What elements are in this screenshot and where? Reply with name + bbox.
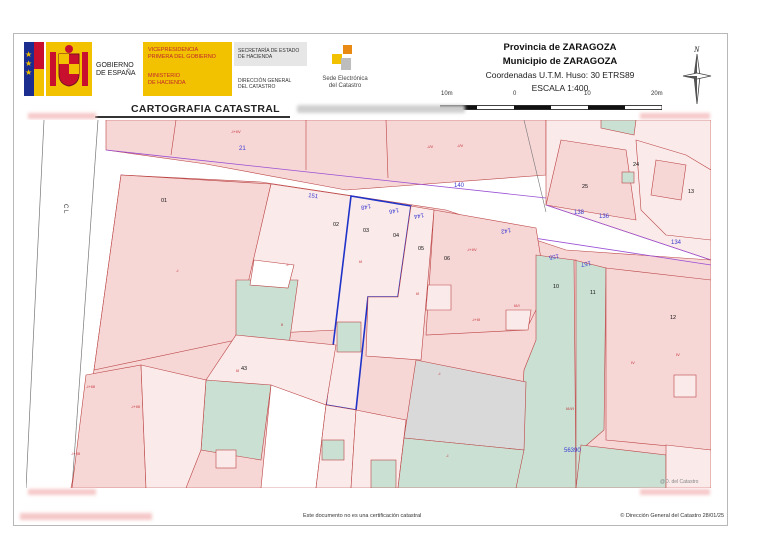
scale-tick-0: 0	[513, 91, 517, 97]
svg-text:IV: IV	[631, 360, 635, 365]
block-label-04: 04	[393, 233, 399, 239]
redacted-corner-tl	[28, 113, 96, 119]
svg-text:I/I: I/I	[359, 259, 362, 264]
sede-label: Sede Electrónica del Catastro	[322, 76, 368, 89]
block-label-43: 43	[241, 366, 247, 372]
block-label-11: 11	[590, 290, 596, 296]
street-number-140: 140	[454, 183, 465, 189]
street-number-138: 138	[574, 210, 585, 216]
gobierno-label: GOBIERNO DE ESPAÑA	[96, 62, 136, 77]
scale-tick-10: 10	[584, 91, 591, 97]
svg-text:-I/V: -I/V	[427, 144, 434, 149]
cartografia-title: CARTOGRAFIA CATASTRAL	[131, 103, 280, 115]
redacted-corner-bl	[28, 489, 96, 495]
svg-text:-I+I/II: -I+I/II	[71, 451, 80, 456]
svg-text:-I: -I	[286, 262, 288, 267]
block-label-06: 06	[444, 256, 450, 262]
svg-text:-I+I/I: -I+I/I	[472, 317, 480, 322]
eu-flag-strip: ★ ★ ★	[24, 42, 44, 96]
block-label-01: 01	[161, 198, 167, 204]
svg-text:-I+I/V: -I+I/V	[467, 247, 477, 252]
svg-text:-I+I/V: -I+I/V	[231, 129, 241, 134]
svg-text:IV: IV	[676, 352, 680, 357]
redacted-footer-left	[20, 513, 152, 520]
svg-text:I/I: I/I	[416, 291, 419, 296]
footer-copyright: © Dirección General del Catastro 28/01/2…	[620, 513, 724, 519]
svg-text:-I+I/II: -I+I/II	[86, 384, 95, 389]
scale-label: ESCALA 1:400	[531, 83, 589, 93]
svg-text:I/I/I/I: I/I/I/I	[566, 406, 574, 411]
block-label-13: 13	[688, 189, 694, 195]
north-arrow-icon: N	[681, 44, 713, 108]
svg-text:-I: -I	[446, 453, 448, 458]
map-corner-mark: @D. del Catastro	[660, 479, 699, 485]
coat-of-arms-icon	[46, 42, 92, 96]
coordinates-label: Coordenadas U.T.M. Huso: 30 ETRS89	[485, 70, 635, 80]
block-label-12: 12	[670, 315, 676, 321]
svg-text:-I/V: -I/V	[457, 143, 464, 148]
sede-logo-icon	[329, 44, 355, 72]
footer-disclaimer: Este documento no es una certificación c…	[303, 513, 422, 519]
province-title: Provincia de ZARAGOZA	[503, 42, 617, 53]
vicepresidencia-label: VICEPRESIDENCIA PRIMERA DEL GOBIERNO	[148, 47, 216, 60]
svg-text:I/I: I/I	[236, 368, 239, 373]
street-number-134: 134	[671, 240, 682, 246]
scale-tick-20m: 20m	[651, 91, 663, 97]
redacted-corner-tr	[640, 113, 710, 119]
redacted-reference	[297, 105, 465, 113]
block-label-24: 24	[633, 162, 639, 168]
block-label-02: 02	[333, 222, 339, 228]
parcel-reference: 56390	[564, 448, 581, 454]
direccion-label: DIRECCIÓN GENERAL DEL CATASTRO	[238, 78, 292, 90]
scale-tick-10m-left: 10m	[441, 91, 453, 97]
block-label-10: 10	[553, 284, 559, 290]
svg-text:N: N	[693, 45, 700, 54]
block-label-25: 25	[582, 184, 588, 190]
scale-bar	[439, 97, 663, 110]
secretaria-label: SECRETARÍA DE ESTADO DE HACIENDA	[238, 48, 300, 60]
redacted-corner-br	[640, 489, 710, 495]
street-number-21: 21	[239, 146, 246, 152]
svg-text:-I: -I	[176, 268, 178, 273]
block-label-05: 05	[418, 246, 424, 252]
block-label-03: 03	[363, 228, 369, 234]
title-underline	[95, 116, 290, 118]
svg-text:I/I/I: I/I/I	[514, 303, 520, 308]
street-number-136: 136	[599, 214, 610, 220]
svg-text:-I+I/II: -I+I/II	[131, 404, 140, 409]
ministerio-label: MINISTERIO DE HACIENDA	[148, 73, 186, 86]
svg-text:II: II	[281, 322, 283, 327]
street-label: C L	[62, 204, 68, 214]
municipality-title: Municipio de ZARAGOZA	[502, 56, 618, 67]
svg-text:-I: -I	[438, 371, 440, 376]
cadastral-map[interactable]: 01 02 03 04 05 06 10 11 12 13 24 25 43 2…	[26, 120, 711, 488]
